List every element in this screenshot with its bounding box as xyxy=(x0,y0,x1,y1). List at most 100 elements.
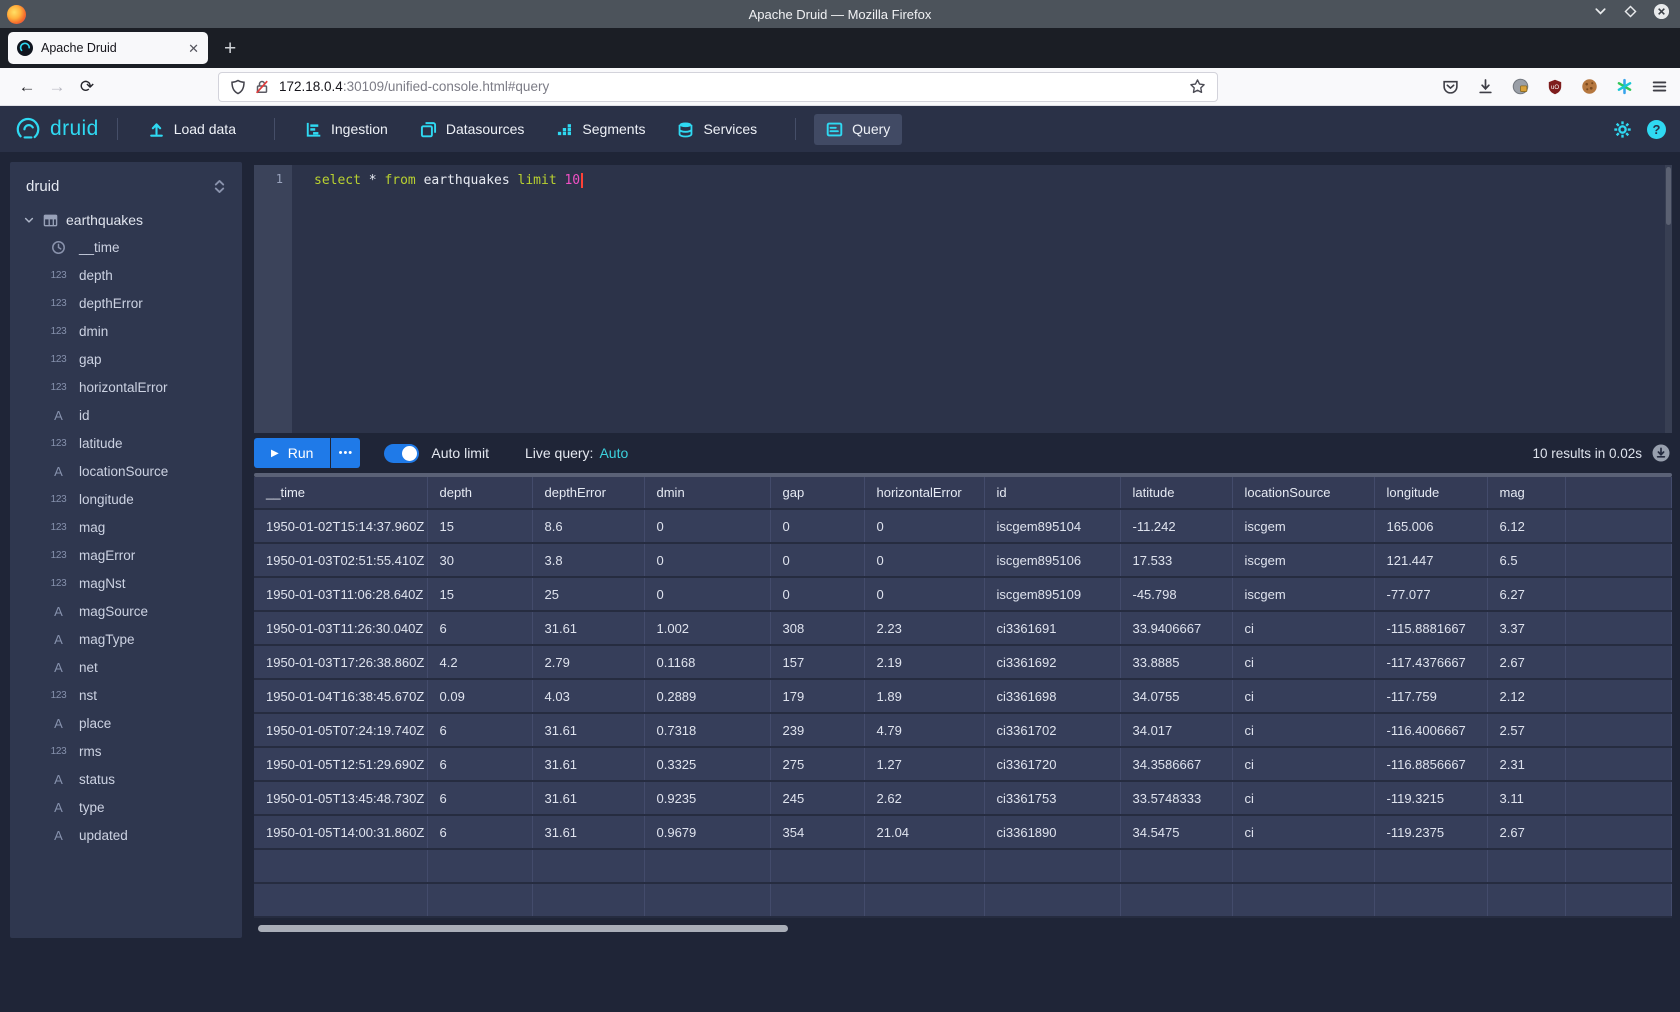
tab-apache-druid[interactable]: Apache Druid ✕ xyxy=(8,32,208,64)
double-caret-icon[interactable] xyxy=(213,179,226,194)
table-cell[interactable]: iscgem xyxy=(1232,509,1374,543)
table-cell[interactable]: 34.3586667 xyxy=(1120,747,1232,781)
url-bar[interactable]: 172.18.0.4:30109/unified-console.html#qu… xyxy=(218,72,1218,102)
table-cell[interactable]: 245 xyxy=(770,781,864,815)
table-cell[interactable]: 2.31 xyxy=(1487,747,1565,781)
table-cell[interactable]: 0.7318 xyxy=(644,713,770,747)
column-header-horizontalError[interactable]: horizontalError xyxy=(864,477,984,509)
tab-close-icon[interactable]: ✕ xyxy=(188,42,199,55)
table-cell[interactable]: -11.242 xyxy=(1120,509,1232,543)
table-cell[interactable]: ci xyxy=(1232,781,1374,815)
table-cell[interactable]: -119.2375 xyxy=(1374,815,1487,849)
cookie-icon[interactable] xyxy=(1581,78,1598,95)
table-cell[interactable]: ci3361692 xyxy=(984,645,1120,679)
table-cell[interactable]: 4.79 xyxy=(864,713,984,747)
column-header-longitude[interactable]: longitude xyxy=(1374,477,1487,509)
table-cell[interactable]: iscgem895104 xyxy=(984,509,1120,543)
table-cell[interactable]: iscgem xyxy=(1232,577,1374,611)
table-cell[interactable]: 0.09 xyxy=(427,679,532,713)
table-cell[interactable]: -45.798 xyxy=(1120,577,1232,611)
druid-logo[interactable]: druid xyxy=(14,115,99,144)
sidebar-column-locationSource[interactable]: AlocationSource xyxy=(10,457,242,485)
table-cell[interactable]: 0 xyxy=(864,509,984,543)
sidebar-column-magNst[interactable]: 123magNst xyxy=(10,569,242,597)
bookmark-star-icon[interactable] xyxy=(1189,78,1206,95)
table-cell[interactable]: 6 xyxy=(427,747,532,781)
download-results-icon[interactable] xyxy=(1652,444,1670,462)
table-cell[interactable]: -116.8856667 xyxy=(1374,747,1487,781)
table-cell[interactable]: -77.077 xyxy=(1374,577,1487,611)
table-cell[interactable]: ci3361720 xyxy=(984,747,1120,781)
run-button[interactable]: ▶ Run xyxy=(254,438,330,468)
table-cell[interactable]: 17.533 xyxy=(1120,543,1232,577)
downloads-icon[interactable] xyxy=(1477,78,1494,95)
sidebar-column-net[interactable]: Anet xyxy=(10,653,242,681)
column-header-depth[interactable]: depth xyxy=(427,477,532,509)
table-cell[interactable]: ci3361890 xyxy=(984,815,1120,849)
back-button[interactable]: ← xyxy=(12,77,42,97)
sidebar-column-__time[interactable]: __time xyxy=(10,233,242,261)
sidebar-column-updated[interactable]: Aupdated xyxy=(10,821,242,849)
table-cell[interactable]: 6.27 xyxy=(1487,577,1565,611)
sidebar-column-nst[interactable]: 123nst xyxy=(10,681,242,709)
table-cell[interactable]: 2.67 xyxy=(1487,645,1565,679)
hscroll-thumb[interactable] xyxy=(258,925,788,932)
settings-gear-icon[interactable] xyxy=(1613,120,1632,139)
sidebar-column-mag[interactable]: 123mag xyxy=(10,513,242,541)
table-cell[interactable]: 1950-01-02T15:14:37.960Z xyxy=(254,509,427,543)
table-cell[interactable]: 25 xyxy=(532,577,644,611)
table-cell[interactable]: 30 xyxy=(427,543,532,577)
ublock-icon[interactable]: uO xyxy=(1547,79,1563,95)
table-cell[interactable]: iscgem895106 xyxy=(984,543,1120,577)
window-close-icon[interactable] xyxy=(1653,3,1670,25)
table-cell[interactable]: 4.2 xyxy=(427,645,532,679)
new-tab-button[interactable]: + xyxy=(224,38,236,59)
table-cell[interactable]: 33.8885 xyxy=(1120,645,1232,679)
table-cell[interactable]: 308 xyxy=(770,611,864,645)
table-cell[interactable]: 2.12 xyxy=(1487,679,1565,713)
sidebar-column-depth[interactable]: 123depth xyxy=(10,261,242,289)
table-cell[interactable]: 34.5475 xyxy=(1120,815,1232,849)
table-cell[interactable]: ci xyxy=(1232,611,1374,645)
horizontal-scrollbar[interactable] xyxy=(254,924,1672,933)
sidebar-column-latitude[interactable]: 123latitude xyxy=(10,429,242,457)
table-cell[interactable]: 34.0755 xyxy=(1120,679,1232,713)
color-asterisk-extension-icon[interactable] xyxy=(1616,78,1633,95)
query-code[interactable]: select * from earthquakes limit 10 xyxy=(292,165,1672,433)
table-cell[interactable]: 33.5748333 xyxy=(1120,781,1232,815)
menu-hamburger-icon[interactable] xyxy=(1651,78,1668,95)
table-cell[interactable]: 1950-01-05T12:51:29.690Z xyxy=(254,747,427,781)
shield-icon[interactable] xyxy=(230,79,246,95)
table-cell[interactable]: 0 xyxy=(864,577,984,611)
table-cell[interactable]: 0 xyxy=(770,577,864,611)
table-cell[interactable]: 1950-01-03T02:51:55.410Z xyxy=(254,543,427,577)
table-cell[interactable]: 2.79 xyxy=(532,645,644,679)
table-cell[interactable]: 1950-01-03T11:26:30.040Z xyxy=(254,611,427,645)
sidebar-column-place[interactable]: Aplace xyxy=(10,709,242,737)
table-cell[interactable]: 6 xyxy=(427,781,532,815)
nav-item-services[interactable]: Services xyxy=(665,114,769,145)
table-cell[interactable]: 2.23 xyxy=(864,611,984,645)
table-cell[interactable]: 165.006 xyxy=(1374,509,1487,543)
table-cell[interactable]: 3.37 xyxy=(1487,611,1565,645)
table-cell[interactable]: 6 xyxy=(427,713,532,747)
table-cell[interactable]: 31.61 xyxy=(532,781,644,815)
column-header-locationSource[interactable]: locationSource xyxy=(1232,477,1374,509)
sidebar-column-dmin[interactable]: 123dmin xyxy=(10,317,242,345)
sidebar-item-earthquakes[interactable]: earthquakes xyxy=(10,207,242,233)
window-minimize-icon[interactable] xyxy=(1593,4,1608,24)
table-cell[interactable]: -117.759 xyxy=(1374,679,1487,713)
pocket-icon[interactable] xyxy=(1442,78,1459,95)
table-cell[interactable]: 6 xyxy=(427,611,532,645)
table-cell[interactable]: 15 xyxy=(427,509,532,543)
reload-button[interactable]: ⟳ xyxy=(72,77,102,97)
table-cell[interactable]: 6.5 xyxy=(1487,543,1565,577)
chevron-down-icon[interactable] xyxy=(23,214,35,226)
table-cell[interactable]: 33.9406667 xyxy=(1120,611,1232,645)
table-cell[interactable]: 31.61 xyxy=(532,713,644,747)
table-cell[interactable]: 2.67 xyxy=(1487,815,1565,849)
table-cell[interactable]: 1.27 xyxy=(864,747,984,781)
sidebar-column-magType[interactable]: AmagType xyxy=(10,625,242,653)
table-cell[interactable]: 3.11 xyxy=(1487,781,1565,815)
table-cell[interactable]: 1.89 xyxy=(864,679,984,713)
